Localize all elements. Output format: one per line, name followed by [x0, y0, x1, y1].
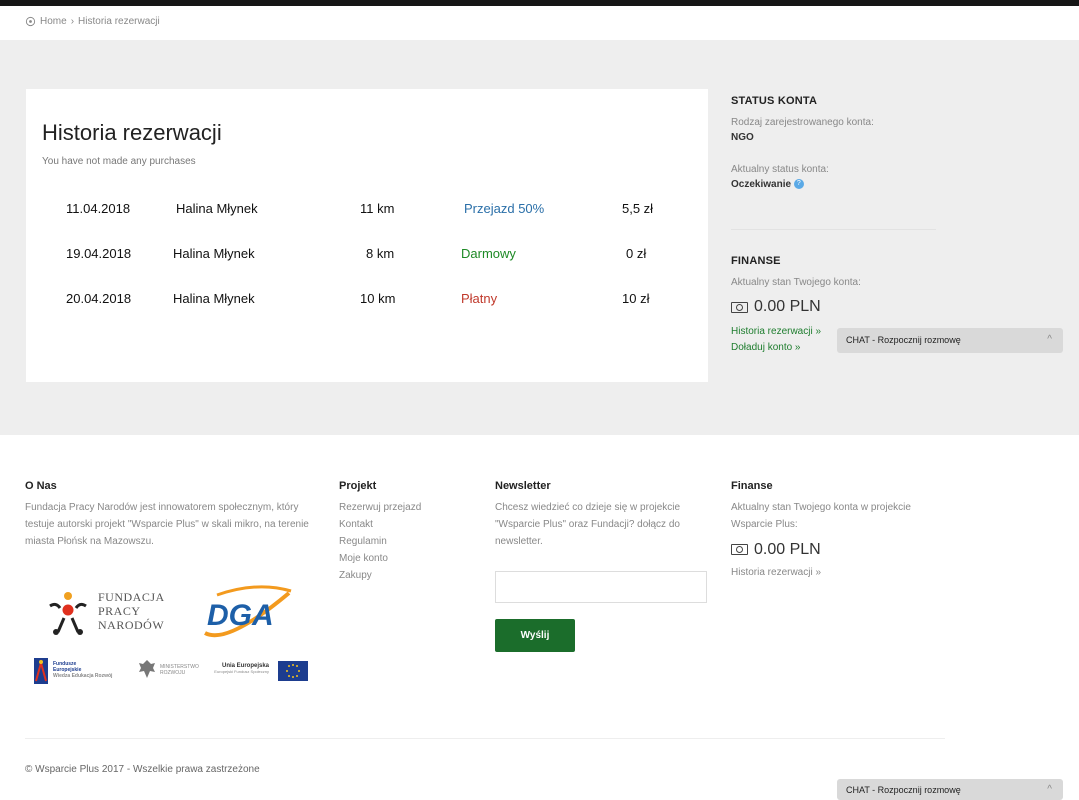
- footer-finance-text: Aktualny stan Twojego konta w projekcie …: [731, 502, 911, 530]
- eu-union-text: Unia Europejska Europejski Fundusz Społe…: [214, 663, 269, 674]
- balance-value: 0.00 PLN: [754, 298, 821, 315]
- polish-eagle-icon: [139, 660, 155, 678]
- breadcrumb-home-link[interactable]: Home: [40, 16, 67, 27]
- chat-toggle-button-bottom[interactable]: CHAT - Rozpocznij rozmowę ^: [837, 779, 1063, 800]
- money-icon: [731, 544, 748, 555]
- footer-newsletter-text: Chcesz wiedzieć co dzieje się w projekci…: [495, 502, 681, 547]
- account-type-label: Rodzaj zarejestrowanego konta:: [731, 117, 874, 128]
- fpn-logo-text: FUNDACJA PRACY NARODÓW: [98, 590, 165, 632]
- footer-link-contact[interactable]: Kontakt: [339, 516, 459, 533]
- row-name: Halina Młynek: [173, 246, 255, 261]
- row-date: 11.04.2018: [66, 201, 131, 216]
- info-icon[interactable]: ?: [793, 179, 804, 190]
- row-type: Płatny: [461, 291, 498, 306]
- eu-flag-icon: [278, 661, 308, 681]
- footer-project-heading: Projekt: [339, 480, 377, 492]
- footer-project: Projekt Rezerwuj przejazd Kontakt Regula…: [339, 479, 459, 584]
- row-price: 10 zł: [622, 291, 650, 306]
- history-row: 11.04.2018 Halina Młynek 11 km Przejazd …: [26, 201, 708, 221]
- location-icon: [25, 16, 36, 27]
- footer-newsletter: Newsletter Chcesz wiedzieć co dzieje się…: [495, 479, 710, 550]
- eu-funds-icon: [34, 658, 48, 684]
- chat-label: CHAT - Rozpocznij rozmowę: [846, 785, 961, 795]
- row-price: 5,5 zł: [622, 201, 654, 216]
- footer-about-heading: O Nas: [25, 480, 57, 492]
- breadcrumb-separator: ›: [70, 16, 75, 27]
- row-distance: 10 km: [360, 291, 396, 306]
- eu-funds-text: Fundusze Europejskie Wiedza Edukacja Roz…: [53, 661, 113, 679]
- row-price: 0 zł: [626, 246, 647, 261]
- history-card: Historia rezerwacji You have not made an…: [26, 89, 708, 382]
- dga-logo: DGA: [204, 585, 292, 638]
- row-date: 19.04.2018: [66, 246, 132, 261]
- footer-history-link[interactable]: Historia rezerwacji »: [731, 564, 946, 581]
- money-icon: [731, 301, 748, 313]
- footer-newsletter-heading: Newsletter: [495, 480, 551, 492]
- finance-heading: FINANSE: [731, 255, 781, 267]
- svg-text:DGA: DGA: [207, 599, 274, 632]
- account-type-value: NGO: [731, 132, 754, 143]
- chat-label: CHAT - Rozpocznij rozmowę: [846, 335, 961, 345]
- newsletter-send-button[interactable]: Wyślij: [495, 619, 575, 652]
- footer-finance: Finanse Aktualny stan Twojego konta w pr…: [731, 479, 946, 581]
- sidebar-divider: [731, 229, 936, 230]
- row-distance: 8 km: [366, 246, 395, 261]
- no-purchases-note: You have not made any purchases: [42, 156, 196, 166]
- row-type: Przejazd 50%: [464, 201, 545, 216]
- account-status-label: Aktualny status konta:: [731, 164, 829, 175]
- chat-toggle-button[interactable]: CHAT - Rozpocznij rozmowę ^: [837, 328, 1063, 353]
- row-name: Halina Młynek: [176, 201, 258, 216]
- row-type: Darmowy: [461, 246, 516, 261]
- fundacja-pracy-narodow-logo: FUNDACJA PRACY NARODÓW: [46, 588, 176, 636]
- footer-about-text: Fundacja Pracy Narodów jest innowatorem …: [25, 502, 309, 547]
- footer-divider: [25, 738, 945, 739]
- newsletter-email-input[interactable]: [495, 571, 707, 603]
- history-row: 19.04.2018 Halina Młynek 8 km Darmowy 0 …: [26, 246, 708, 266]
- footer-link-reserve[interactable]: Rezerwuj przejazd: [339, 499, 459, 516]
- breadcrumb: Home › Historia rezerwacji: [25, 16, 160, 27]
- fpn-figures-icon: [49, 592, 87, 635]
- footer-link-purchases[interactable]: Zakupy: [339, 567, 459, 584]
- balance-label: Aktualny stan Twojego konta:: [731, 277, 861, 288]
- page-title: Historia rezerwacji: [42, 120, 222, 145]
- breadcrumb-current: Historia rezerwacji: [78, 16, 160, 27]
- footer-link-account[interactable]: Moje konto: [339, 550, 459, 567]
- chevron-up-icon: ^: [1047, 334, 1052, 345]
- eu-funding-strip: Fundusze Europejskie Wiedza Edukacja Roz…: [33, 655, 313, 687]
- copyright-text: © Wsparcie Plus 2017 - Wszelkie prawa za…: [25, 764, 260, 775]
- history-row: 20.04.2018 Halina Młynek 10 km Płatny 10…: [26, 291, 708, 311]
- account-status-value: Oczekiwanie: [731, 179, 792, 190]
- footer-link-terms[interactable]: Regulamin: [339, 533, 459, 550]
- breadcrumb-bar: Home › Historia rezerwacji: [0, 6, 1079, 40]
- row-distance: 11 km: [360, 201, 395, 216]
- row-date: 20.04.2018: [66, 291, 132, 306]
- footer-balance-value: 0.00 PLN: [754, 541, 821, 558]
- ministry-text: MINISTERSTWO ROZWOJU: [160, 664, 199, 676]
- footer-about: O Nas Fundacja Pracy Narodów jest innowa…: [25, 479, 310, 550]
- row-name: Halina Młynek: [173, 291, 255, 306]
- footer-finance-heading: Finanse: [731, 480, 773, 492]
- account-sidebar: STATUS KONTA Rodzaj zarejestrowanego kon…: [731, 95, 941, 190]
- status-heading: STATUS KONTA: [731, 95, 818, 107]
- chevron-up-icon: ^: [1047, 784, 1052, 795]
